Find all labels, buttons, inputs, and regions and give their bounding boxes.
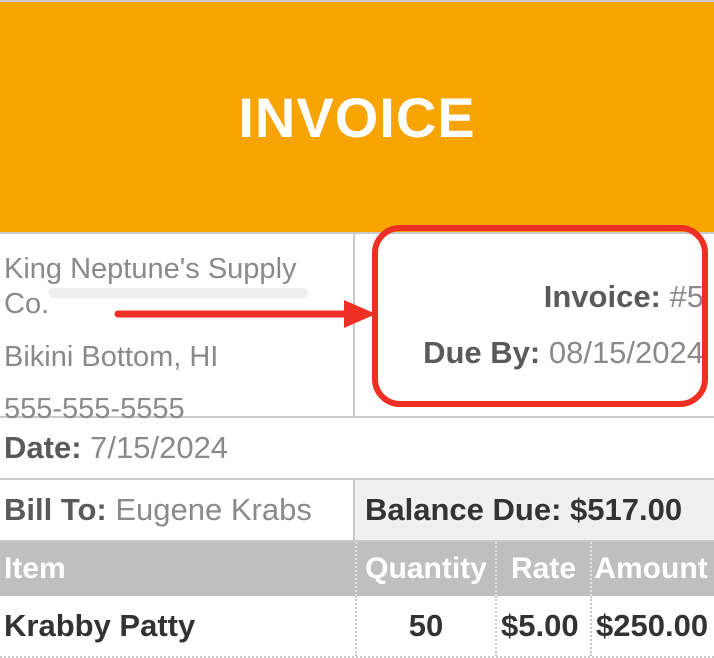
- billto-cell: Bill To: Eugene Krabs: [0, 480, 355, 540]
- billto-label: Bill To:: [4, 492, 107, 527]
- th-item: Item: [0, 542, 355, 596]
- vendor-address: Bikini Bottom, HI: [4, 340, 345, 375]
- th-amount: Amount: [590, 542, 714, 596]
- info-section: King Neptune's Supply Co. Bikini Bottom,…: [0, 232, 714, 418]
- due-by-value: 08/15/2024: [549, 335, 704, 370]
- items-table-header: Item Quantity Rate Amount: [0, 542, 714, 596]
- balance-due-value: $517.00: [570, 492, 682, 527]
- td-quantity: 50: [355, 596, 495, 656]
- date-value: 7/15/2024: [90, 430, 228, 465]
- table-row: Krabby Patty 50 $5.00 $250.00: [0, 596, 714, 658]
- invoice-number-value: #5: [670, 279, 704, 314]
- invoice-number-label: Invoice:: [544, 279, 661, 314]
- billto-name: Eugene Krabs: [115, 492, 311, 527]
- invoice-header: INVOICE: [0, 0, 714, 232]
- date-row: Date: 7/15/2024: [0, 418, 714, 480]
- vendor-phone: 555-555-5555: [4, 392, 345, 427]
- td-item: Krabby Patty: [0, 596, 355, 656]
- vendor-block: King Neptune's Supply Co. Bikini Bottom,…: [0, 234, 355, 416]
- balance-due-label: Balance Due:: [365, 492, 561, 527]
- th-rate: Rate: [495, 542, 590, 596]
- td-rate: $5.00: [495, 596, 590, 656]
- balance-due-cell: Balance Due: $517.00: [355, 480, 714, 540]
- invoice-number-line: Invoice: #5: [544, 279, 704, 315]
- date-label: Date:: [4, 430, 82, 465]
- vendor-name: King Neptune's Supply Co.: [4, 252, 345, 322]
- due-by-label: Due By:: [423, 335, 540, 370]
- invoice-title: INVOICE: [238, 85, 475, 150]
- billto-row: Bill To: Eugene Krabs Balance Due: $517.…: [0, 480, 714, 542]
- due-by-line: Due By: 08/15/2024: [423, 335, 704, 371]
- th-quantity: Quantity: [355, 542, 495, 596]
- td-amount: $250.00: [590, 596, 714, 656]
- invoice-meta-block: Invoice: #5 Due By: 08/15/2024: [355, 234, 714, 416]
